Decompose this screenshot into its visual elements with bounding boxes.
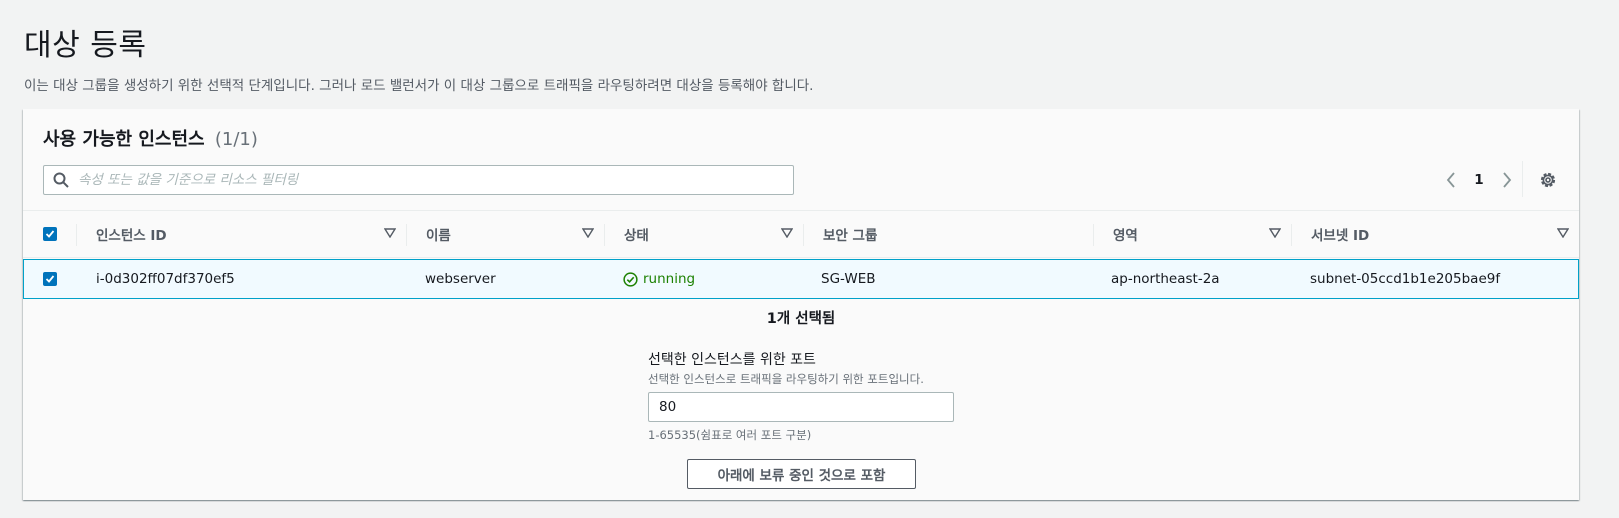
pagination: 1: [1439, 165, 1519, 195]
subnet-id-cell: subnet-05ccd1b1e205bae9f: [1310, 271, 1501, 287]
security-group-cell: SG-WEB: [821, 271, 876, 287]
pager-divider: [1522, 161, 1523, 197]
column-label: 이름: [426, 228, 451, 244]
port-description: 선택한 인스턴스로 트래픽을 라우팅하기 위한 포트입니다.: [648, 372, 924, 386]
column-separator: [604, 224, 605, 246]
zone-cell: ap-northeast-2a: [1111, 271, 1220, 287]
select-all-checkbox[interactable]: [42, 227, 57, 241]
table-header: 인스턴스 ID 이름 상태 보안 그룹 영역 서브넷 ID: [23, 210, 1579, 258]
column-separator: [1093, 224, 1094, 246]
column-header-name[interactable]: 이름: [406, 211, 604, 257]
table-row[interactable]: i-0d302ff07df370ef5 webserver running SG…: [23, 259, 1579, 299]
column-header-zone[interactable]: 영역: [1093, 211, 1291, 257]
column-header-security-group: 보안 그룹: [803, 211, 1093, 257]
sort-icon: [1269, 228, 1281, 238]
page-description: 이는 대상 그룹을 생성하기 위한 선택적 단계입니다. 그러나 로드 밸런서가…: [24, 78, 814, 94]
status-cell: running: [623, 260, 695, 298]
current-page[interactable]: 1: [1469, 172, 1489, 188]
sort-icon: [582, 228, 594, 238]
column-label: 인스턴스 ID: [96, 228, 167, 244]
panel-title: 사용 가능한 인스턴스: [43, 129, 205, 150]
row-select-cell: [24, 260, 76, 298]
column-header-instance-id[interactable]: 인스턴스 ID: [76, 211, 406, 257]
instance-count: (1/1): [214, 129, 258, 150]
column-header-subnet-id[interactable]: 서브넷 ID: [1291, 211, 1579, 257]
include-as-pending-button[interactable]: 아래에 보류 중인 것으로 포함: [687, 459, 916, 489]
gear-icon: [1540, 172, 1556, 188]
row-checkbox[interactable]: [43, 272, 57, 286]
column-label: 상태: [624, 228, 649, 244]
column-separator: [803, 224, 804, 246]
available-instances-panel: 사용 가능한 인스턴스 (1/1) 1 인스턴스: [23, 109, 1579, 500]
success-check-icon: [623, 271, 638, 287]
search-icon: [44, 172, 78, 188]
port-hint: 1-65535(쉼표로 여러 포트 구분): [648, 428, 812, 442]
column-separator: [1291, 224, 1292, 246]
filter-box[interactable]: [43, 165, 794, 195]
column-header-status[interactable]: 상태: [604, 211, 803, 257]
prev-page-button[interactable]: [1439, 168, 1463, 192]
sort-icon: [781, 228, 793, 238]
name-cell: webserver: [425, 271, 496, 287]
port-input[interactable]: [648, 392, 954, 422]
port-label: 선택한 인스턴스를 위한 포트: [648, 352, 816, 368]
chevron-right-icon: [1503, 172, 1512, 188]
column-label: 보안 그룹: [823, 228, 878, 244]
sort-icon: [1557, 228, 1569, 238]
sort-icon: [384, 228, 396, 238]
select-all-cell: [23, 211, 76, 257]
instance-id-cell: i-0d302ff07df370ef5: [96, 271, 235, 287]
page-title: 대상 등록: [24, 28, 147, 63]
column-separator: [406, 224, 407, 246]
column-label: 서브넷 ID: [1311, 228, 1370, 244]
selection-summary: 1개 선택됨: [766, 311, 836, 327]
filter-input[interactable]: [78, 167, 793, 193]
preferences-button[interactable]: [1535, 167, 1561, 193]
panel-header: 사용 가능한 인스턴스 (1/1): [43, 125, 258, 151]
status-text: running: [643, 271, 696, 287]
column-label: 영역: [1113, 228, 1138, 244]
chevron-left-icon: [1446, 172, 1455, 188]
port-form: 선택한 인스턴스를 위한 포트 선택한 인스턴스로 트래픽을 라우팅하기 위한 …: [648, 349, 958, 443]
column-separator: [76, 224, 77, 246]
next-page-button[interactable]: [1495, 168, 1519, 192]
